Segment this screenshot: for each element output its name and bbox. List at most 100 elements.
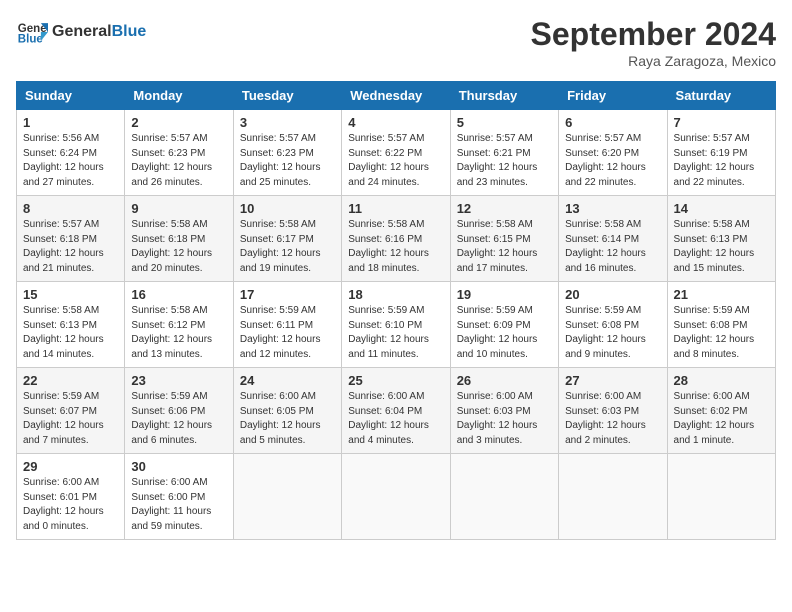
calendar-cell bbox=[342, 454, 450, 540]
day-info: Sunrise: 6:00 AM Sunset: 6:03 PM Dayligh… bbox=[565, 390, 660, 448]
day-info: Sunrise: 6:00 AM Sunset: 6:05 PM Dayligh… bbox=[240, 390, 335, 448]
weekday-friday: Friday bbox=[559, 82, 667, 110]
day-number: 11 bbox=[348, 201, 443, 216]
logo: General Blue GeneralBlue bbox=[16, 16, 146, 48]
logo-text: GeneralBlue bbox=[52, 22, 146, 41]
month-title: September 2024 bbox=[531, 16, 776, 53]
day-info: Sunrise: 6:00 AM Sunset: 6:03 PM Dayligh… bbox=[457, 390, 552, 448]
day-info: Sunrise: 5:58 AM Sunset: 6:18 PM Dayligh… bbox=[131, 218, 226, 276]
day-number: 23 bbox=[131, 373, 226, 388]
calendar-cell: 16 Sunrise: 5:58 AM Sunset: 6:12 PM Dayli… bbox=[125, 282, 233, 368]
calendar-cell: 6 Sunrise: 5:57 AM Sunset: 6:20 PM Daylig… bbox=[559, 110, 667, 196]
calendar-cell: 2 Sunrise: 5:57 AM Sunset: 6:23 PM Daylig… bbox=[125, 110, 233, 196]
calendar-week-2: 8Sunrise: 5:57 AM Sunset: 6:18 PM Daylig… bbox=[17, 196, 776, 282]
day-info: Sunrise: 5:58 AM Sunset: 6:13 PM Dayligh… bbox=[674, 218, 769, 276]
day-number: 18 bbox=[348, 287, 443, 302]
day-info: Sunrise: 5:57 AM Sunset: 6:22 PM Dayligh… bbox=[348, 132, 443, 190]
calendar-cell: 25Sunrise: 6:00 AM Sunset: 6:04 PM Dayli… bbox=[342, 368, 450, 454]
day-info: Sunrise: 5:58 AM Sunset: 6:14 PM Dayligh… bbox=[565, 218, 660, 276]
day-info: Sunrise: 5:59 AM Sunset: 6:07 PM Dayligh… bbox=[23, 390, 118, 448]
day-number: 10 bbox=[240, 201, 335, 216]
day-info: Sunrise: 5:58 AM Sunset: 6:16 PM Dayligh… bbox=[348, 218, 443, 276]
calendar-header: SundayMondayTuesdayWednesdayThursdayFrid… bbox=[17, 82, 776, 110]
calendar-cell: 18 Sunrise: 5:59 AM Sunset: 6:10 PM Dayli… bbox=[342, 282, 450, 368]
day-number: 2 bbox=[131, 115, 226, 130]
day-number: 21 bbox=[674, 287, 769, 302]
day-info: Sunrise: 5:58 AM Sunset: 6:13 PM Dayligh… bbox=[23, 304, 118, 362]
calendar-cell: 26 Sunrise: 6:00 AM Sunset: 6:03 PM Dayli… bbox=[450, 368, 558, 454]
day-number: 6 bbox=[565, 115, 660, 130]
day-info: Sunrise: 5:59 AM Sunset: 6:09 PM Dayligh… bbox=[457, 304, 552, 362]
calendar-cell: 21 Sunrise: 5:59 AM Sunset: 6:08 PM Dayli… bbox=[667, 282, 775, 368]
calendar-cell: 8Sunrise: 5:57 AM Sunset: 6:18 PM Daylig… bbox=[17, 196, 125, 282]
day-number: 28 bbox=[674, 373, 769, 388]
weekday-thursday: Thursday bbox=[450, 82, 558, 110]
day-number: 25 bbox=[348, 373, 443, 388]
calendar-cell: 14Sunrise: 5:58 AM Sunset: 6:13 PM Dayli… bbox=[667, 196, 775, 282]
calendar-week-3: 15 Sunrise: 5:58 AM Sunset: 6:13 PM Dayli… bbox=[17, 282, 776, 368]
weekday-wednesday: Wednesday bbox=[342, 82, 450, 110]
calendar-cell: 19 Sunrise: 5:59 AM Sunset: 6:09 PM Dayli… bbox=[450, 282, 558, 368]
calendar-week-5: 29Sunrise: 6:00 AM Sunset: 6:01 PM Dayli… bbox=[17, 454, 776, 540]
day-info: Sunrise: 5:59 AM Sunset: 6:08 PM Dayligh… bbox=[674, 304, 769, 362]
day-info: Sunrise: 5:57 AM Sunset: 6:19 PM Dayligh… bbox=[674, 132, 769, 190]
day-info: Sunrise: 5:59 AM Sunset: 6:06 PM Dayligh… bbox=[131, 390, 226, 448]
day-number: 13 bbox=[565, 201, 660, 216]
calendar-cell: 24Sunrise: 6:00 AM Sunset: 6:05 PM Dayli… bbox=[233, 368, 341, 454]
calendar-cell: 4 Sunrise: 5:57 AM Sunset: 6:22 PM Daylig… bbox=[342, 110, 450, 196]
page-header: General Blue GeneralBlue September 2024 … bbox=[16, 16, 776, 69]
day-number: 12 bbox=[457, 201, 552, 216]
calendar-cell: 23 Sunrise: 5:59 AM Sunset: 6:06 PM Dayli… bbox=[125, 368, 233, 454]
day-number: 22 bbox=[23, 373, 118, 388]
day-number: 3 bbox=[240, 115, 335, 130]
day-number: 9 bbox=[131, 201, 226, 216]
calendar-cell: 9 Sunrise: 5:58 AM Sunset: 6:18 PM Daylig… bbox=[125, 196, 233, 282]
calendar-cell: 3Sunrise: 5:57 AM Sunset: 6:23 PM Daylig… bbox=[233, 110, 341, 196]
weekday-monday: Monday bbox=[125, 82, 233, 110]
calendar-cell: 27 Sunrise: 6:00 AM Sunset: 6:03 PM Dayli… bbox=[559, 368, 667, 454]
calendar-cell bbox=[667, 454, 775, 540]
day-info: Sunrise: 6:00 AM Sunset: 6:01 PM Dayligh… bbox=[23, 476, 118, 534]
logo-icon: General Blue bbox=[16, 16, 48, 48]
calendar-cell: 7Sunrise: 5:57 AM Sunset: 6:19 PM Daylig… bbox=[667, 110, 775, 196]
weekday-saturday: Saturday bbox=[667, 82, 775, 110]
calendar-cell: 17Sunrise: 5:59 AM Sunset: 6:11 PM Dayli… bbox=[233, 282, 341, 368]
calendar-cell bbox=[233, 454, 341, 540]
day-info: Sunrise: 5:58 AM Sunset: 6:17 PM Dayligh… bbox=[240, 218, 335, 276]
calendar-week-4: 22 Sunrise: 5:59 AM Sunset: 6:07 PM Dayli… bbox=[17, 368, 776, 454]
day-info: Sunrise: 5:57 AM Sunset: 6:20 PM Dayligh… bbox=[565, 132, 660, 190]
day-info: Sunrise: 6:00 AM Sunset: 6:02 PM Dayligh… bbox=[674, 390, 769, 448]
calendar-table: SundayMondayTuesdayWednesdayThursdayFrid… bbox=[16, 81, 776, 540]
calendar-cell: 13 Sunrise: 5:58 AM Sunset: 6:14 PM Dayli… bbox=[559, 196, 667, 282]
day-number: 26 bbox=[457, 373, 552, 388]
calendar-cell: 10 Sunrise: 5:58 AM Sunset: 6:17 PM Dayli… bbox=[233, 196, 341, 282]
day-info: Sunrise: 5:58 AM Sunset: 6:12 PM Dayligh… bbox=[131, 304, 226, 362]
calendar-week-1: 1 Sunrise: 5:56 AM Sunset: 6:24 PM Daylig… bbox=[17, 110, 776, 196]
day-info: Sunrise: 5:57 AM Sunset: 6:21 PM Dayligh… bbox=[457, 132, 552, 190]
day-number: 1 bbox=[23, 115, 118, 130]
day-info: Sunrise: 5:59 AM Sunset: 6:10 PM Dayligh… bbox=[348, 304, 443, 362]
day-number: 15 bbox=[23, 287, 118, 302]
title-block: September 2024 Raya Zaragoza, Mexico bbox=[531, 16, 776, 69]
day-number: 17 bbox=[240, 287, 335, 302]
weekday-sunday: Sunday bbox=[17, 82, 125, 110]
calendar-cell: 5Sunrise: 5:57 AM Sunset: 6:21 PM Daylig… bbox=[450, 110, 558, 196]
location: Raya Zaragoza, Mexico bbox=[531, 53, 776, 69]
day-number: 27 bbox=[565, 373, 660, 388]
day-number: 20 bbox=[565, 287, 660, 302]
day-number: 19 bbox=[457, 287, 552, 302]
calendar-cell: 28 Sunrise: 6:00 AM Sunset: 6:02 PM Dayli… bbox=[667, 368, 775, 454]
day-info: Sunrise: 6:00 AM Sunset: 6:00 PM Dayligh… bbox=[131, 476, 226, 534]
weekday-tuesday: Tuesday bbox=[233, 82, 341, 110]
day-number: 30 bbox=[131, 459, 226, 474]
day-number: 4 bbox=[348, 115, 443, 130]
day-info: Sunrise: 5:57 AM Sunset: 6:18 PM Dayligh… bbox=[23, 218, 118, 276]
day-info: Sunrise: 5:58 AM Sunset: 6:15 PM Dayligh… bbox=[457, 218, 552, 276]
day-number: 16 bbox=[131, 287, 226, 302]
day-info: Sunrise: 5:57 AM Sunset: 6:23 PM Dayligh… bbox=[131, 132, 226, 190]
calendar-cell: 30 Sunrise: 6:00 AM Sunset: 6:00 PM Dayli… bbox=[125, 454, 233, 540]
calendar-cell: 29Sunrise: 6:00 AM Sunset: 6:01 PM Dayli… bbox=[17, 454, 125, 540]
day-info: Sunrise: 5:56 AM Sunset: 6:24 PM Dayligh… bbox=[23, 132, 118, 190]
calendar-cell bbox=[450, 454, 558, 540]
calendar-cell: 20Sunrise: 5:59 AM Sunset: 6:08 PM Dayli… bbox=[559, 282, 667, 368]
